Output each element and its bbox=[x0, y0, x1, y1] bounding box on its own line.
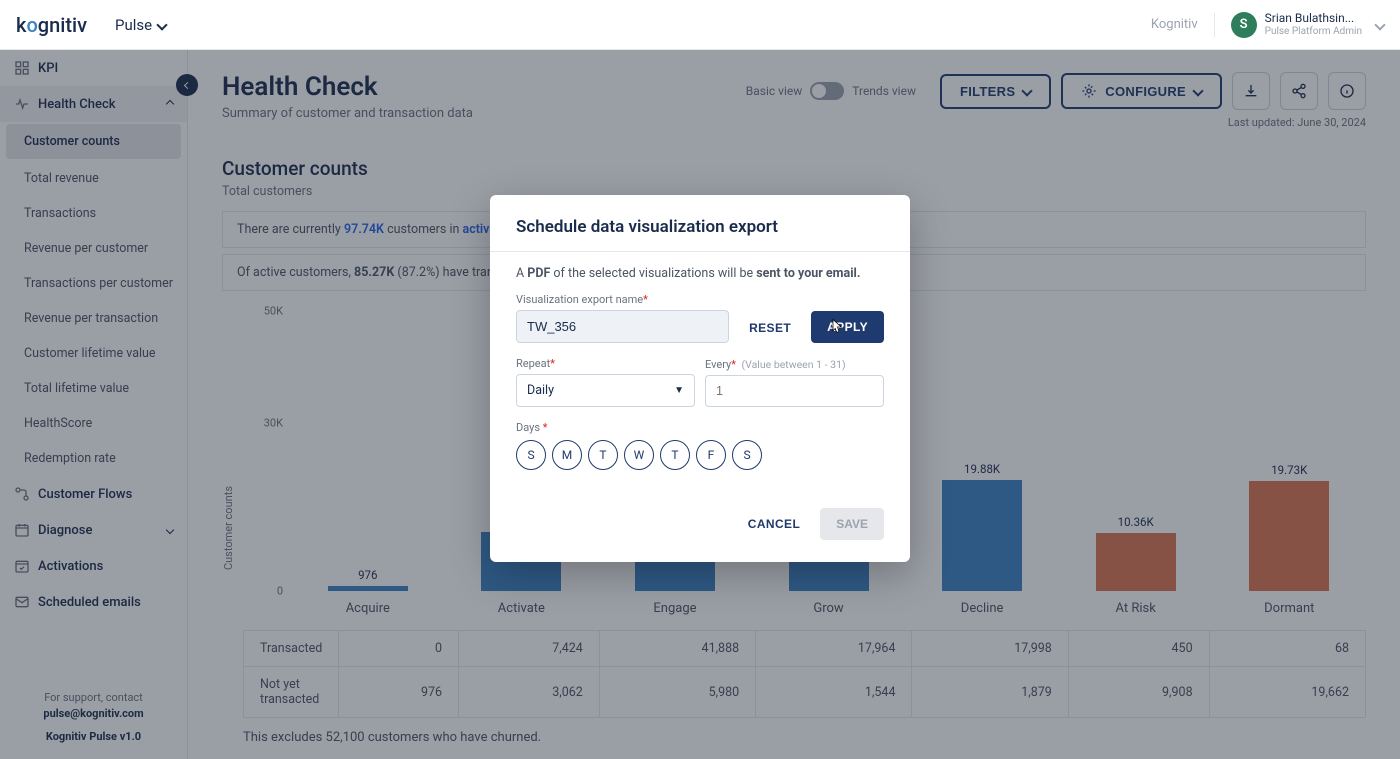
modal-description: A PDF of the selected visualizations wil… bbox=[516, 266, 884, 281]
product-name: Pulse bbox=[115, 16, 152, 34]
logo[interactable]: kognitiv bbox=[16, 13, 87, 37]
day-chip[interactable]: W bbox=[624, 440, 654, 470]
export-name-label: Visualization export name* bbox=[516, 293, 729, 306]
product-switcher[interactable]: Pulse bbox=[115, 16, 166, 34]
every-label: Every* (Value between 1 - 31) bbox=[705, 358, 884, 371]
modal-title: Schedule data visualization export bbox=[516, 217, 884, 237]
day-chip[interactable]: M bbox=[552, 440, 582, 470]
days-label: Days * bbox=[516, 421, 884, 434]
modal-overlay[interactable]: Schedule data visualization export A PDF… bbox=[0, 50, 1400, 759]
day-chip[interactable]: S bbox=[732, 440, 762, 470]
reset-button[interactable]: RESET bbox=[739, 313, 801, 343]
repeat-label: Repeat* bbox=[516, 357, 695, 370]
day-chip[interactable]: T bbox=[660, 440, 690, 470]
user-menu[interactable]: S Srian Bulathsin... Pulse Platform Admi… bbox=[1231, 12, 1384, 38]
avatar: S bbox=[1231, 12, 1257, 38]
day-chip[interactable]: T bbox=[588, 440, 618, 470]
topbar: kognitiv Pulse Kognitiv S Srian Bulathsi… bbox=[0, 0, 1400, 50]
user-name: Srian Bulathsin... bbox=[1265, 12, 1362, 26]
day-chip[interactable]: S bbox=[516, 440, 546, 470]
apply-button[interactable]: APPLY bbox=[811, 311, 884, 343]
day-chip[interactable]: F bbox=[696, 440, 726, 470]
repeat-select[interactable]: Daily ▼ bbox=[516, 374, 695, 407]
user-role: Pulse Platform Admin bbox=[1265, 26, 1362, 38]
cancel-button[interactable]: CANCEL bbox=[738, 508, 810, 540]
schedule-export-modal: Schedule data visualization export A PDF… bbox=[490, 195, 910, 562]
chevron-down-icon bbox=[156, 19, 167, 30]
chevron-down-icon bbox=[1374, 19, 1385, 30]
every-input[interactable] bbox=[705, 375, 884, 407]
save-button[interactable]: SAVE bbox=[820, 508, 884, 540]
context-label: Kognitiv bbox=[1151, 17, 1198, 32]
export-name-input[interactable] bbox=[516, 310, 729, 343]
